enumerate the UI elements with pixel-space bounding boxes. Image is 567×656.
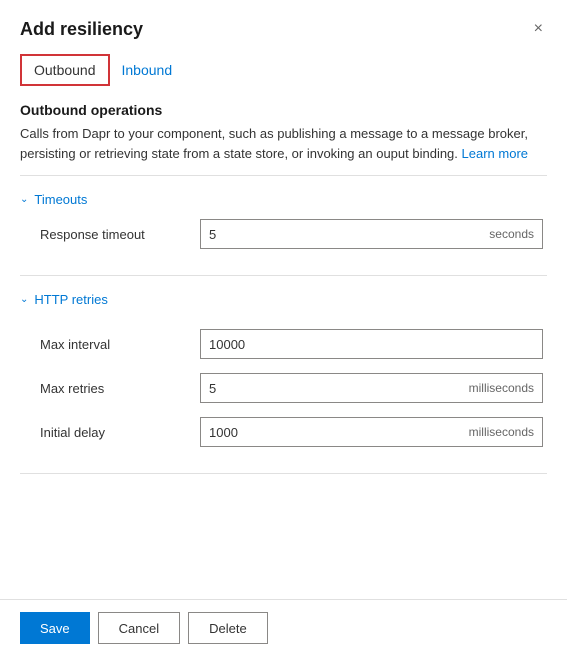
dialog-header: Add resiliency × — [0, 0, 567, 50]
max-retries-row: Max retries milliseconds — [36, 373, 547, 403]
initial-delay-row: Initial delay milliseconds — [36, 417, 547, 447]
http-retries-label: HTTP retries — [34, 292, 107, 307]
dialog-footer: Save Cancel Delete — [0, 599, 567, 656]
max-retries-input[interactable] — [209, 381, 465, 396]
chevron-down-icon-2: ⌄ — [20, 294, 28, 305]
cancel-button[interactable]: Cancel — [98, 612, 180, 644]
response-timeout-row: Response timeout seconds — [36, 219, 547, 249]
tabs-container: Outbound Inbound — [0, 50, 567, 86]
tab-inbound[interactable]: Inbound — [110, 54, 185, 86]
chevron-down-icon: ⌄ — [20, 194, 28, 205]
add-resiliency-dialog: Add resiliency × Outbound Inbound Outbou… — [0, 0, 567, 656]
outbound-description: Calls from Dapr to your component, such … — [20, 124, 547, 163]
max-retries-suffix: milliseconds — [469, 381, 534, 395]
tab-outbound[interactable]: Outbound — [20, 54, 110, 86]
response-timeout-input[interactable] — [209, 227, 485, 242]
http-retries-content: Max interval Max retries milliseconds In… — [20, 325, 547, 465]
delete-button[interactable]: Delete — [188, 612, 268, 644]
dialog-body: Outbound operations Calls from Dapr to y… — [0, 86, 567, 599]
response-timeout-label: Response timeout — [40, 227, 200, 242]
initial-delay-label: Initial delay — [40, 425, 200, 440]
timeouts-collapsible[interactable]: ⌄ Timeouts — [20, 184, 547, 215]
close-button[interactable]: × — [530, 16, 547, 42]
spacer — [20, 315, 547, 325]
divider-1 — [20, 175, 547, 176]
initial-delay-input-wrapper: milliseconds — [200, 417, 543, 447]
learn-more-link[interactable]: Learn more — [462, 146, 528, 161]
divider-3 — [20, 473, 547, 474]
max-interval-label: Max interval — [40, 337, 200, 352]
timeouts-label: Timeouts — [34, 192, 87, 207]
initial-delay-suffix: milliseconds — [469, 425, 534, 439]
initial-delay-input[interactable] — [209, 425, 465, 440]
http-retries-collapsible[interactable]: ⌄ HTTP retries — [20, 284, 547, 315]
save-button[interactable]: Save — [20, 612, 90, 644]
http-retries-section: ⌄ HTTP retries Max interval Max retries … — [20, 284, 547, 465]
outbound-section-title: Outbound operations — [20, 102, 547, 118]
response-timeout-suffix: seconds — [489, 227, 534, 241]
divider-2 — [20, 275, 547, 276]
max-interval-input[interactable] — [209, 337, 534, 352]
max-interval-row: Max interval — [36, 329, 547, 359]
dialog-title: Add resiliency — [20, 19, 143, 40]
max-retries-label: Max retries — [40, 381, 200, 396]
response-timeout-input-wrapper: seconds — [200, 219, 543, 249]
max-interval-input-wrapper — [200, 329, 543, 359]
timeouts-content: Response timeout seconds — [20, 215, 547, 267]
max-retries-input-wrapper: milliseconds — [200, 373, 543, 403]
description-text: Calls from Dapr to your component, such … — [20, 126, 528, 161]
